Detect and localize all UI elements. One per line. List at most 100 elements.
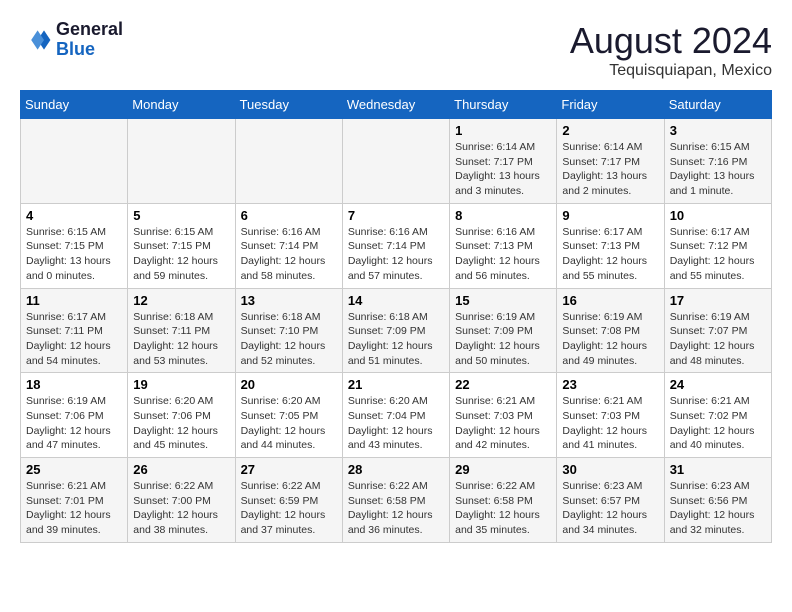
day-number: 3 — [670, 123, 766, 138]
day-info: Sunrise: 6:20 AM Sunset: 7:06 PM Dayligh… — [133, 394, 229, 453]
day-info: Sunrise: 6:22 AM Sunset: 7:00 PM Dayligh… — [133, 479, 229, 538]
day-number: 1 — [455, 123, 551, 138]
title-block: August 2024 Tequisquiapan, Mexico — [570, 20, 772, 80]
calendar-day-cell — [21, 119, 128, 204]
day-info: Sunrise: 6:18 AM Sunset: 7:10 PM Dayligh… — [241, 310, 337, 369]
calendar-day-cell: 28Sunrise: 6:22 AM Sunset: 6:58 PM Dayli… — [342, 458, 449, 543]
day-number: 30 — [562, 462, 658, 477]
calendar-day-cell: 19Sunrise: 6:20 AM Sunset: 7:06 PM Dayli… — [128, 373, 235, 458]
calendar-day-cell: 9 Sunrise: 6:17 AM Sunset: 7:13 PM Daylig… — [557, 203, 664, 288]
calendar-day-cell: 27 Sunrise: 6:22 AM Sunset: 6:59 PM Dayli… — [235, 458, 342, 543]
calendar-day-cell: 2 Sunrise: 6:14 AM Sunset: 7:17 PM Daylig… — [557, 119, 664, 204]
calendar-table: SundayMondayTuesdayWednesdayThursdayFrid… — [20, 90, 772, 543]
day-info: Sunrise: 6:19 AM Sunset: 7:09 PM Dayligh… — [455, 310, 551, 369]
logo-icon — [20, 24, 52, 56]
day-info: Sunrise: 6:23 AM Sunset: 6:57 PM Dayligh… — [562, 479, 658, 538]
weekday-header-row: SundayMondayTuesdayWednesdayThursdayFrid… — [21, 91, 772, 119]
day-number: 24 — [670, 377, 766, 392]
day-info: Sunrise: 6:17 AM Sunset: 7:11 PM Dayligh… — [26, 310, 122, 369]
day-info: Sunrise: 6:16 AM Sunset: 7:14 PM Dayligh… — [348, 225, 444, 284]
day-info: Sunrise: 6:21 AM Sunset: 7:03 PM Dayligh… — [455, 394, 551, 453]
day-info: Sunrise: 6:20 AM Sunset: 7:04 PM Dayligh… — [348, 394, 444, 453]
day-number: 26 — [133, 462, 229, 477]
day-number: 25 — [26, 462, 122, 477]
calendar-week-row: 18Sunrise: 6:19 AM Sunset: 7:06 PM Dayli… — [21, 373, 772, 458]
day-number: 16 — [562, 293, 658, 308]
day-info: Sunrise: 6:19 AM Sunset: 7:07 PM Dayligh… — [670, 310, 766, 369]
day-number: 31 — [670, 462, 766, 477]
day-number: 12 — [133, 293, 229, 308]
day-number: 13 — [241, 293, 337, 308]
calendar-day-cell: 4Sunrise: 6:15 AM Sunset: 7:15 PM Daylig… — [21, 203, 128, 288]
day-info: Sunrise: 6:22 AM Sunset: 6:59 PM Dayligh… — [241, 479, 337, 538]
day-info: Sunrise: 6:21 AM Sunset: 7:03 PM Dayligh… — [562, 394, 658, 453]
calendar-day-cell: 5 Sunrise: 6:15 AM Sunset: 7:15 PM Daylig… — [128, 203, 235, 288]
weekday-header-cell: Wednesday — [342, 91, 449, 119]
day-number: 20 — [241, 377, 337, 392]
day-number: 27 — [241, 462, 337, 477]
day-number: 22 — [455, 377, 551, 392]
day-info: Sunrise: 6:15 AM Sunset: 7:15 PM Dayligh… — [133, 225, 229, 284]
day-number: 6 — [241, 208, 337, 223]
calendar-day-cell: 8 Sunrise: 6:16 AM Sunset: 7:13 PM Daylig… — [450, 203, 557, 288]
calendar-day-cell: 12 Sunrise: 6:18 AM Sunset: 7:11 PM Dayli… — [128, 288, 235, 373]
calendar-day-cell: 26 Sunrise: 6:22 AM Sunset: 7:00 PM Dayli… — [128, 458, 235, 543]
calendar-day-cell: 29Sunrise: 6:22 AM Sunset: 6:58 PM Dayli… — [450, 458, 557, 543]
calendar-day-cell: 24 Sunrise: 6:21 AM Sunset: 7:02 PM Dayli… — [664, 373, 771, 458]
calendar-day-cell: 13 Sunrise: 6:18 AM Sunset: 7:10 PM Dayli… — [235, 288, 342, 373]
day-info: Sunrise: 6:22 AM Sunset: 6:58 PM Dayligh… — [455, 479, 551, 538]
calendar-day-cell — [128, 119, 235, 204]
day-info: Sunrise: 6:15 AM Sunset: 7:16 PM Dayligh… — [670, 140, 766, 199]
weekday-header-cell: Sunday — [21, 91, 128, 119]
day-info: Sunrise: 6:16 AM Sunset: 7:13 PM Dayligh… — [455, 225, 551, 284]
day-number: 14 — [348, 293, 444, 308]
calendar-week-row: 4 Sunrise: 6:15 AM Sunset: 7:15 PM Daylig… — [21, 203, 772, 288]
day-info: Sunrise: 6:17 AM Sunset: 7:13 PM Dayligh… — [562, 225, 658, 284]
calendar-week-row: 1 Sunrise: 6:14 AM Sunset: 7:17 PM Daylig… — [21, 119, 772, 204]
weekday-header-cell: Thursday — [450, 91, 557, 119]
day-number: 10 — [670, 208, 766, 223]
calendar-day-cell: 17 Sunrise: 6:19 AM Sunset: 7:07 PM Dayli… — [664, 288, 771, 373]
day-number: 23 — [562, 377, 658, 392]
calendar-day-cell: 18Sunrise: 6:19 AM Sunset: 7:06 PM Dayli… — [21, 373, 128, 458]
weekday-header-cell: Tuesday — [235, 91, 342, 119]
calendar-body: 1 Sunrise: 6:14 AM Sunset: 7:17 PM Daylig… — [21, 119, 772, 543]
day-info: Sunrise: 6:20 AM Sunset: 7:05 PM Dayligh… — [241, 394, 337, 453]
calendar-week-row: 11Sunrise: 6:17 AM Sunset: 7:11 PM Dayli… — [21, 288, 772, 373]
calendar-day-cell: 23 Sunrise: 6:21 AM Sunset: 7:03 PM Dayli… — [557, 373, 664, 458]
day-number: 9 — [562, 208, 658, 223]
day-number: 18 — [26, 377, 122, 392]
month-year: August 2024 — [570, 20, 772, 62]
day-info: Sunrise: 6:18 AM Sunset: 7:11 PM Dayligh… — [133, 310, 229, 369]
day-number: 28 — [348, 462, 444, 477]
day-number: 17 — [670, 293, 766, 308]
day-info: Sunrise: 6:18 AM Sunset: 7:09 PM Dayligh… — [348, 310, 444, 369]
logo-text: General Blue — [56, 20, 123, 60]
calendar-day-cell: 25Sunrise: 6:21 AM Sunset: 7:01 PM Dayli… — [21, 458, 128, 543]
day-number: 5 — [133, 208, 229, 223]
location: Tequisquiapan, Mexico — [570, 62, 772, 80]
page-header: General Blue August 2024 Tequisquiapan, … — [20, 20, 772, 80]
calendar-day-cell: 11Sunrise: 6:17 AM Sunset: 7:11 PM Dayli… — [21, 288, 128, 373]
calendar-day-cell: 15 Sunrise: 6:19 AM Sunset: 7:09 PM Dayli… — [450, 288, 557, 373]
calendar-day-cell: 22 Sunrise: 6:21 AM Sunset: 7:03 PM Dayli… — [450, 373, 557, 458]
day-number: 7 — [348, 208, 444, 223]
day-info: Sunrise: 6:23 AM Sunset: 6:56 PM Dayligh… — [670, 479, 766, 538]
calendar-day-cell: 10Sunrise: 6:17 AM Sunset: 7:12 PM Dayli… — [664, 203, 771, 288]
calendar-day-cell: 3 Sunrise: 6:15 AM Sunset: 7:16 PM Daylig… — [664, 119, 771, 204]
calendar-week-row: 25Sunrise: 6:21 AM Sunset: 7:01 PM Dayli… — [21, 458, 772, 543]
calendar-day-cell: 6Sunrise: 6:16 AM Sunset: 7:14 PM Daylig… — [235, 203, 342, 288]
calendar-day-cell: 20 Sunrise: 6:20 AM Sunset: 7:05 PM Dayli… — [235, 373, 342, 458]
day-number: 2 — [562, 123, 658, 138]
day-number: 4 — [26, 208, 122, 223]
weekday-header-cell: Monday — [128, 91, 235, 119]
calendar-day-cell: 1Sunrise: 6:14 AM Sunset: 7:17 PM Daylig… — [450, 119, 557, 204]
day-number: 15 — [455, 293, 551, 308]
day-info: Sunrise: 6:21 AM Sunset: 7:02 PM Dayligh… — [670, 394, 766, 453]
calendar-day-cell: 16Sunrise: 6:19 AM Sunset: 7:08 PM Dayli… — [557, 288, 664, 373]
calendar-day-cell: 7 Sunrise: 6:16 AM Sunset: 7:14 PM Daylig… — [342, 203, 449, 288]
day-number: 8 — [455, 208, 551, 223]
day-info: Sunrise: 6:14 AM Sunset: 7:17 PM Dayligh… — [562, 140, 658, 199]
calendar-day-cell: 31 Sunrise: 6:23 AM Sunset: 6:56 PM Dayli… — [664, 458, 771, 543]
calendar-day-cell: 30 Sunrise: 6:23 AM Sunset: 6:57 PM Dayli… — [557, 458, 664, 543]
